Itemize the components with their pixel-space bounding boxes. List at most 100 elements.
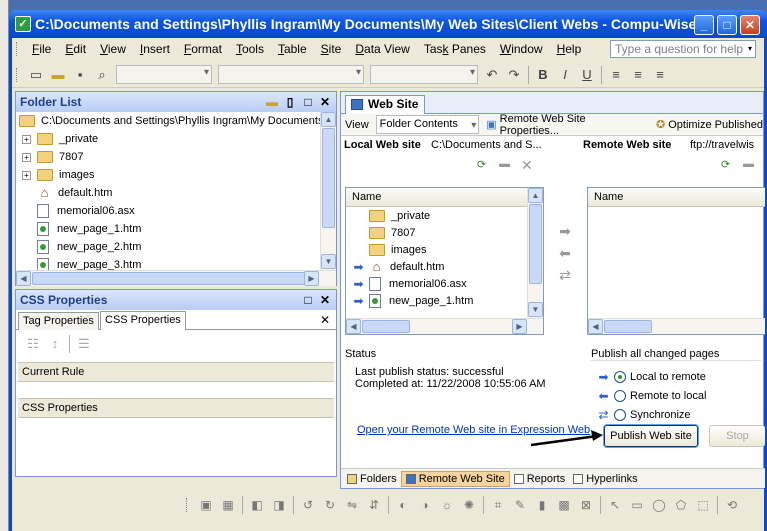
menu-item[interactable]: View xyxy=(93,42,133,56)
remote-hscrollbar[interactable]: ◀ xyxy=(588,318,765,334)
menu-item[interactable]: File xyxy=(25,42,58,56)
maximize-button[interactable]: □ xyxy=(717,15,737,35)
redo-icon[interactable]: ↷ xyxy=(504,66,524,84)
close-panel-icon[interactable]: ✕ xyxy=(317,94,333,110)
remote-refresh-icon[interactable]: ⟳ xyxy=(721,158,730,171)
crop-icon[interactable]: ⌗ xyxy=(488,496,508,514)
local-file-item[interactable]: ➡ ⌂ default.htm xyxy=(346,258,527,275)
local-vscrollbar[interactable]: ▲ ▼ xyxy=(527,188,543,318)
less-contrast-icon[interactable]: ◑ xyxy=(415,496,435,514)
close-tab-icon[interactable]: ✕ xyxy=(317,312,333,328)
rectangle-icon[interactable]: ▭ xyxy=(627,496,647,514)
align-center-icon[interactable]: ≡ xyxy=(628,66,648,84)
save-icon[interactable]: ▪ xyxy=(70,66,90,84)
folder-list-item[interactable]: +7807 xyxy=(16,148,336,166)
insert-picture-icon[interactable]: ▣ xyxy=(196,496,216,514)
folder-list-item[interactable]: new_page_1.htm xyxy=(16,220,336,238)
tab-web-site[interactable]: Web Site xyxy=(345,95,426,114)
scroll-up-icon[interactable]: ▲ xyxy=(528,188,543,203)
menu-item[interactable]: Task Panes xyxy=(417,42,493,56)
view-select[interactable]: Folder Contents xyxy=(375,115,480,134)
minimize-button[interactable]: _ xyxy=(694,15,714,35)
less-brightness-icon[interactable]: ✺ xyxy=(459,496,479,514)
view-tab-hyperlinks[interactable]: Hyperlinks xyxy=(569,471,641,487)
menu-item[interactable]: Site xyxy=(314,42,349,56)
local-file-item[interactable]: images xyxy=(346,241,527,258)
view-tab-remote[interactable]: Remote Web Site xyxy=(400,470,510,487)
undo-icon[interactable]: ↶ xyxy=(482,66,502,84)
new-page-icon[interactable]: ▯ xyxy=(282,94,298,110)
new-folder-icon[interactable]: ▬ xyxy=(264,94,280,110)
help-dropdown-icon[interactable]: ▾ xyxy=(744,41,756,57)
folder-list-item[interactable]: new_page_2.htm xyxy=(16,238,336,256)
restore-icon[interactable]: ⟲ xyxy=(722,496,742,514)
menu-item[interactable]: Edit xyxy=(58,42,93,56)
send-backward-icon[interactable]: ◨ xyxy=(269,496,289,514)
style-combo[interactable] xyxy=(116,65,212,84)
new-page-icon[interactable]: ▭ xyxy=(26,66,46,84)
align-right-icon[interactable]: ≡ xyxy=(650,66,670,84)
flip-vertical-icon[interactable]: ⇵ xyxy=(364,496,384,514)
scroll-left-icon[interactable]: ◀ xyxy=(346,319,361,334)
maximize-panel-icon[interactable]: □ xyxy=(300,94,316,110)
align-left-icon[interactable]: ≡ xyxy=(606,66,626,84)
scroll-right-icon[interactable]: ▶ xyxy=(512,319,527,334)
local-name-header[interactable]: Name xyxy=(346,188,527,207)
menu-item[interactable]: Window xyxy=(493,42,550,56)
more-contrast-icon[interactable]: ◐ xyxy=(393,496,413,514)
bring-forward-icon[interactable]: ◧ xyxy=(247,496,267,514)
font-combo[interactable] xyxy=(218,65,364,84)
underline-icon[interactable]: U xyxy=(577,66,597,84)
refresh-icon[interactable]: ⟳ xyxy=(477,158,486,171)
bold-icon[interactable]: B xyxy=(533,66,553,84)
tab-tag-properties[interactable]: Tag Properties xyxy=(18,312,99,330)
close-panel-icon[interactable]: ✕ xyxy=(317,292,333,308)
sync-arrows-icon[interactable]: ⇄ xyxy=(555,264,575,286)
preview-icon[interactable]: ⌕ xyxy=(92,66,112,84)
radio-row-local[interactable]: ➡ Local to remote xyxy=(591,367,765,386)
local-file-item[interactable]: ➡ memorial06.asx xyxy=(346,275,527,292)
radio-remote-to-local[interactable] xyxy=(614,389,626,402)
expand-icon[interactable]: + xyxy=(22,170,31,180)
menu-grip[interactable] xyxy=(16,42,19,56)
view-tab-reports[interactable]: Reports xyxy=(510,471,570,487)
scroll-thumb[interactable] xyxy=(32,272,306,285)
scroll-thumb[interactable] xyxy=(362,320,410,333)
maximize-panel-icon[interactable]: □ xyxy=(300,292,316,308)
title-bar[interactable]: ✓ C:\Documents and Settings\Phyllis Ingr… xyxy=(9,10,767,38)
open-folder-icon[interactable]: ▬ xyxy=(48,66,68,84)
local-file-item[interactable]: _private xyxy=(346,207,527,224)
circle-icon[interactable]: ◯ xyxy=(649,496,669,514)
remote-new-folder-icon[interactable]: ▬ xyxy=(743,158,754,170)
thumbnail-icon[interactable]: ▦ xyxy=(218,496,238,514)
scroll-down-icon[interactable]: ▼ xyxy=(528,302,543,317)
scroll-up-icon[interactable]: ▲ xyxy=(321,112,336,127)
radio-row-remote[interactable]: ⬅ Remote to local xyxy=(591,386,765,405)
tab-css-properties[interactable]: CSS Properties xyxy=(100,311,186,330)
scroll-left-icon[interactable]: ◀ xyxy=(588,319,603,334)
polygon-icon[interactable]: ⬠ xyxy=(671,496,691,514)
rotate-left-icon[interactable]: ↺ xyxy=(298,496,318,514)
folder-list-item[interactable]: ⌂ default.htm xyxy=(16,184,336,202)
local-hscrollbar[interactable]: ◀ ▶ xyxy=(346,318,543,334)
categorize-icon[interactable]: ☷ xyxy=(23,335,43,353)
menu-item[interactable]: Help xyxy=(550,42,589,56)
menu-item[interactable]: Insert xyxy=(133,42,177,56)
menu-item[interactable]: Format xyxy=(177,42,229,56)
set-transparent-icon[interactable]: ✎ xyxy=(510,496,530,514)
folder-hscrollbar[interactable]: ◀ ▶ xyxy=(16,270,336,286)
menu-item[interactable]: Tools xyxy=(229,42,271,56)
scroll-thumb[interactable] xyxy=(322,128,335,228)
remote-properties-button[interactable]: Remote Web Site Properties... xyxy=(500,113,646,137)
menu-item[interactable]: Table xyxy=(271,42,314,56)
highlight-hotspots-icon[interactable]: ⬚ xyxy=(693,496,713,514)
radio-local-to-remote[interactable] xyxy=(614,370,626,383)
folder-list-item[interactable]: + _private xyxy=(16,130,336,148)
scroll-thumb[interactable] xyxy=(604,320,652,333)
folder-list-item[interactable]: + images xyxy=(16,166,336,184)
expand-icon[interactable]: + xyxy=(22,134,31,144)
radio-synchronize[interactable] xyxy=(614,408,626,421)
publish-web-site-button[interactable]: Publish Web site xyxy=(603,424,699,448)
help-search-input[interactable]: Type a question for help ▾ xyxy=(610,40,756,58)
italic-icon[interactable]: I xyxy=(555,66,575,84)
